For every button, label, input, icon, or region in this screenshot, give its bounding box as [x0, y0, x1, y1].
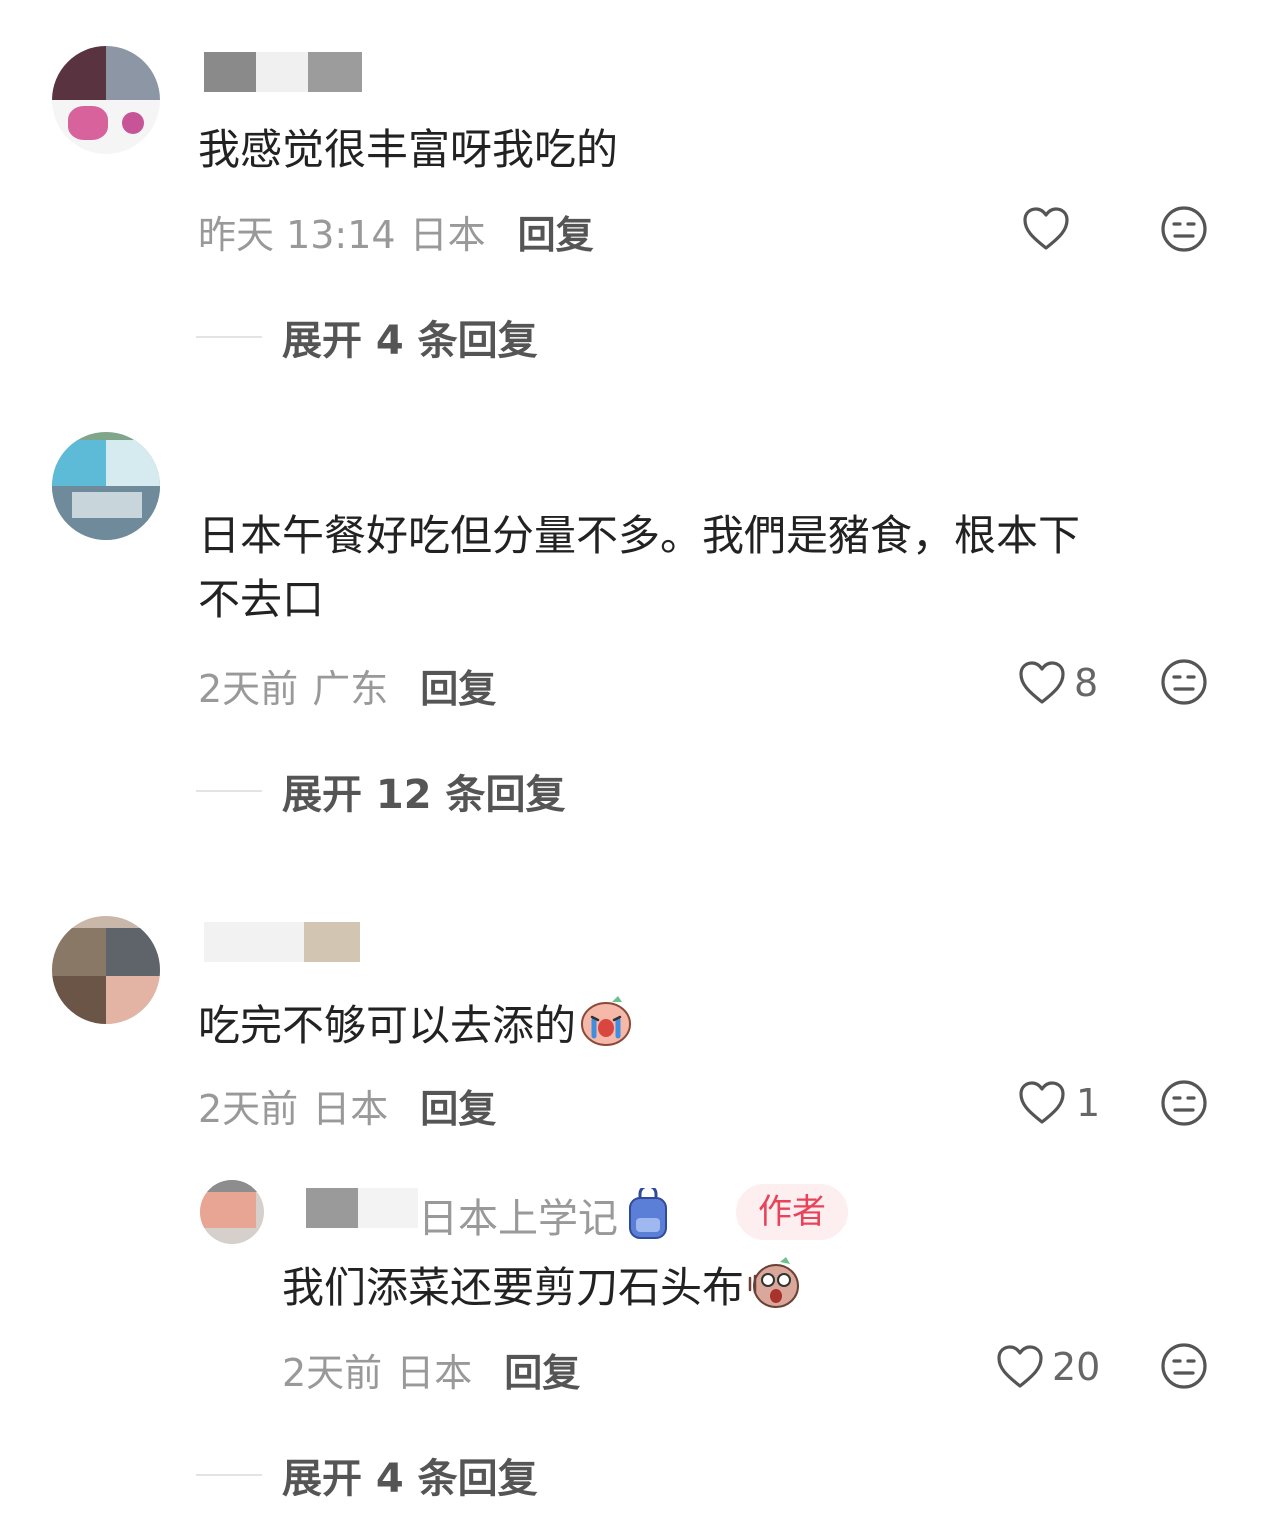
comment-time: 2天前: [198, 667, 299, 711]
reply-time: 2天前: [282, 1351, 383, 1395]
reply-username-text: 日本上学记: [418, 1196, 618, 1242]
like-button[interactable]: 20: [996, 1344, 1100, 1390]
comment-text-line: 不去口: [198, 575, 325, 624]
expand-label: 展开 4 条回复: [282, 1456, 538, 1502]
comment-text: 我感觉很丰富呀我吃的: [198, 125, 619, 174]
heart-outline-icon: [1023, 207, 1069, 250]
comment-text: 日本午餐好吃但分量不多。我們是豬食，根本下 不去口: [198, 504, 1080, 632]
reply-username[interactable]: 日本上学记: [418, 1186, 674, 1244]
dislike-button[interactable]: [1160, 205, 1208, 257]
heart-outline-icon: [1019, 1081, 1065, 1124]
author-badge: 作者: [736, 1184, 848, 1240]
comment-location: 日本: [312, 1087, 389, 1131]
avatar[interactable]: [200, 1180, 264, 1244]
shocked-emoji: [748, 1257, 800, 1308]
username-blurred: [306, 1188, 418, 1228]
reply-button[interactable]: 回复: [504, 1342, 580, 1397]
reply-button[interactable]: 回复: [420, 1078, 496, 1133]
comment-meta: 2天前 广东 回复: [198, 658, 496, 713]
avatar[interactable]: [52, 432, 160, 540]
avatar[interactable]: [52, 46, 160, 154]
reply-text: 我们添菜还要剪刀石头布: [282, 1254, 802, 1320]
username-blurred[interactable]: [204, 922, 360, 962]
reply-button[interactable]: 回复: [420, 658, 496, 713]
like-button[interactable]: [1022, 206, 1070, 252]
comment-time: 2天前: [198, 1087, 299, 1131]
crying-emoji: [581, 996, 632, 1046]
like-button[interactable]: 8: [1018, 660, 1098, 706]
comment-text-line: 日本午餐好吃但分量不多。我們是豬食，根本下: [198, 511, 1081, 560]
comment-location: 广东: [312, 667, 389, 711]
divider-line: [196, 336, 262, 338]
backpack-emoji: [629, 1188, 667, 1239]
neutral-face-icon: [1161, 659, 1207, 705]
expand-replies-button[interactable]: 展开 4 条回复: [196, 308, 538, 366]
heart-outline-icon: [997, 1345, 1043, 1388]
expand-replies-button[interactable]: 展开 12 条回复: [196, 762, 566, 820]
like-count: 20: [1052, 1345, 1101, 1389]
expand-label: 展开 12 条回复: [282, 772, 566, 818]
comment-location: 日本: [409, 213, 486, 257]
dislike-button[interactable]: [1160, 658, 1208, 710]
reply-button[interactable]: 回复: [518, 204, 594, 259]
neutral-face-icon: [1161, 1343, 1207, 1389]
divider-line: [196, 1474, 262, 1476]
like-button[interactable]: 1: [1018, 1080, 1100, 1126]
expand-label: 展开 4 条回复: [282, 318, 538, 364]
dislike-button[interactable]: [1160, 1342, 1208, 1394]
reply-meta: 2天前 日本 回复: [282, 1342, 580, 1397]
comment-meta: 2天前 日本 回复: [198, 1078, 496, 1133]
heart-outline-icon: [1019, 661, 1065, 704]
reply-text-body: 我们添菜还要剪刀石头布: [282, 1263, 745, 1312]
comment-text: 吃完不够可以去添的: [198, 992, 634, 1058]
dislike-button[interactable]: [1160, 1079, 1208, 1131]
reply-location: 日本: [396, 1351, 473, 1395]
neutral-face-icon: [1161, 206, 1207, 252]
divider-line: [196, 790, 262, 792]
expand-replies-button[interactable]: 展开 4 条回复: [196, 1446, 538, 1504]
like-count: 1: [1076, 1081, 1101, 1125]
avatar[interactable]: [52, 916, 160, 1024]
comment-text-body: 吃完不够可以去添的: [198, 1001, 577, 1050]
like-count: 8: [1074, 661, 1099, 705]
username-blurred[interactable]: [204, 52, 364, 92]
comment-time: 昨天 13:14: [198, 213, 396, 257]
comment-meta: 昨天 13:14 日本 回复: [198, 204, 594, 259]
neutral-face-icon: [1161, 1080, 1207, 1126]
